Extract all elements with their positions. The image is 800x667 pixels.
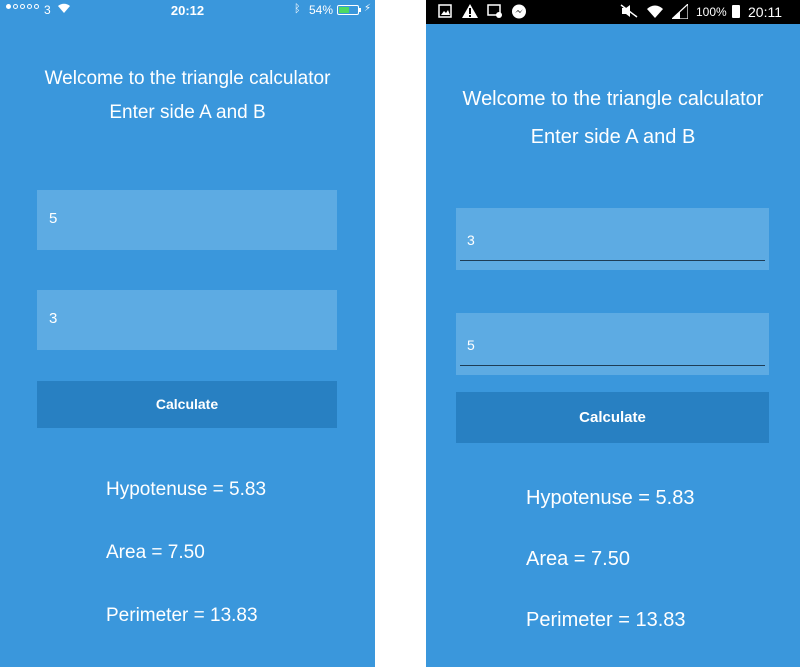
messenger-icon xyxy=(511,4,527,23)
signal-icon xyxy=(670,2,689,22)
status-bar: 100% 20:11 xyxy=(426,0,800,24)
input-underline xyxy=(460,260,765,261)
voicemail-icon xyxy=(487,4,503,21)
ios-screen: 3 20:12 ᛒ 54% ⚡ Welcome to the triangle … xyxy=(0,0,375,667)
side-b-input[interactable]: 5 xyxy=(456,313,769,375)
side-a-value: 3 xyxy=(467,232,475,248)
hypotenuse-result: Hypotenuse = 5.83 xyxy=(526,487,695,509)
warning-icon xyxy=(462,4,478,21)
page-subtitle: Enter side A and B xyxy=(530,126,696,148)
perimeter-result: Perimeter = 13.83 xyxy=(526,609,686,631)
battery-icon xyxy=(732,5,740,18)
side-a-input[interactable]: 5 xyxy=(37,190,337,250)
side-b-value: 3 xyxy=(49,310,58,327)
battery-tip xyxy=(359,8,361,12)
android-screen: 100% 20:11 Welcome to the triangle calcu… xyxy=(426,0,800,667)
status-time: 20:11 xyxy=(748,4,782,20)
side-a-value: 5 xyxy=(49,210,58,227)
side-b-value: 5 xyxy=(467,337,475,353)
area-result: Area = 7.50 xyxy=(526,548,630,570)
calculate-button[interactable]: Calculate xyxy=(37,381,337,428)
page-title: Welcome to the triangle calculator xyxy=(44,68,331,89)
image-icon xyxy=(438,4,452,21)
perimeter-result: Perimeter = 13.83 xyxy=(106,605,258,626)
bluetooth-icon: ᛒ xyxy=(294,3,301,15)
area-result: Area = 7.50 xyxy=(106,542,205,563)
page-title: Welcome to the triangle calculator xyxy=(462,88,764,110)
calculate-button[interactable]: Calculate xyxy=(456,392,769,443)
battery-percent: 54% xyxy=(309,3,334,17)
page-subtitle: Enter side A and B xyxy=(109,102,266,123)
side-a-input[interactable]: 3 xyxy=(456,208,769,270)
battery-icon xyxy=(337,5,359,15)
battery-percent: 100% xyxy=(696,5,727,19)
side-b-input[interactable]: 3 xyxy=(37,290,337,350)
charging-bolt-icon: ⚡ xyxy=(364,3,372,14)
mute-icon xyxy=(620,4,638,21)
hypotenuse-result: Hypotenuse = 5.83 xyxy=(106,479,267,500)
wifi-icon xyxy=(646,4,664,22)
status-bar: 3 20:12 ᛒ 54% ⚡ xyxy=(0,0,375,20)
input-underline xyxy=(460,365,765,366)
